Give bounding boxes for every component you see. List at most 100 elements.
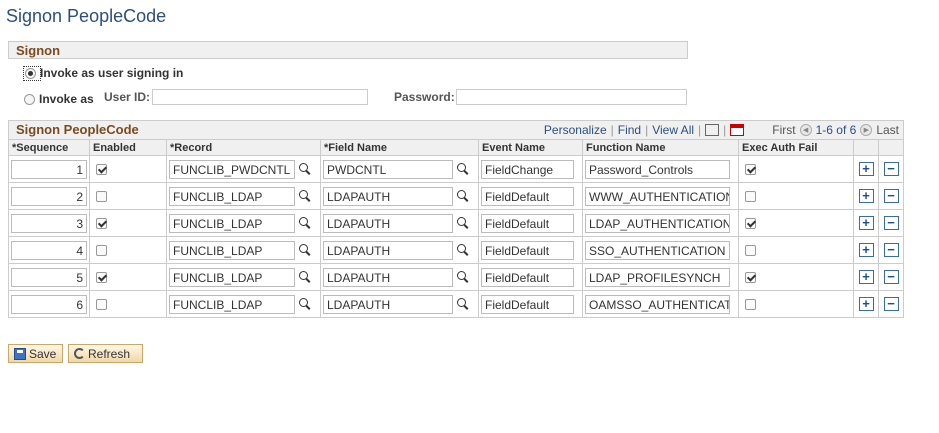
sequence-input[interactable]: 4 [11, 240, 87, 260]
event-name-input[interactable]: FieldDefault [481, 186, 574, 206]
enabled-cell [89, 155, 167, 183]
plus-icon[interactable]: + [858, 243, 874, 257]
enabled-checkbox[interactable] [96, 272, 107, 284]
sequence-input[interactable]: 2 [11, 186, 87, 206]
find-link[interactable]: Find [618, 123, 641, 137]
event-name-input[interactable]: FieldDefault [481, 294, 574, 314]
function-cell: LDAP_AUTHENTICATION [582, 209, 739, 237]
download-excel-icon[interactable] [730, 124, 745, 136]
record-input[interactable]: FUNCLIB_LDAP [169, 267, 295, 287]
magnifier-icon[interactable] [456, 189, 470, 203]
magnifier-icon[interactable] [456, 243, 470, 257]
magnifier-icon[interactable] [298, 216, 312, 230]
enabled-checkbox[interactable] [96, 218, 107, 230]
exec-auth-fail-checkbox[interactable] [745, 164, 756, 176]
event-name-input[interactable]: FieldChange [481, 159, 574, 179]
first-label[interactable]: First [772, 123, 795, 137]
field-name-input[interactable]: LDAPAUTH [323, 213, 453, 233]
exec-auth-fail-cell [738, 209, 854, 237]
add-cell: + [853, 263, 879, 291]
exec-auth-fail-checkbox[interactable] [745, 218, 756, 230]
event-cell: FieldDefault [478, 263, 583, 291]
minus-icon[interactable]: − [883, 216, 899, 230]
event-name-input[interactable]: FieldDefault [481, 240, 574, 260]
col-delete [878, 140, 903, 156]
enabled-checkbox[interactable] [96, 191, 107, 203]
sequence-input[interactable]: 1 [11, 159, 87, 179]
magnifier-icon[interactable] [298, 270, 312, 284]
personalize-link[interactable]: Personalize [544, 123, 607, 137]
minus-icon[interactable]: − [883, 162, 899, 176]
magnifier-icon[interactable] [298, 162, 312, 176]
add-cell: + [853, 236, 879, 264]
record-input[interactable]: FUNCLIB_LDAP [169, 240, 295, 260]
sequence-cell: 4 [9, 236, 90, 264]
col-function-name: Function Name [582, 140, 739, 156]
function-cell: WWW_AUTHENTICATION [582, 182, 739, 210]
table-header-row: *Sequence Enabled *Record *Field Name Ev… [9, 140, 903, 156]
magnifier-icon[interactable] [456, 270, 470, 284]
exec-auth-fail-checkbox[interactable] [745, 272, 756, 284]
enabled-checkbox[interactable] [96, 164, 107, 176]
record-input[interactable]: FUNCLIB_LDAP [169, 186, 295, 206]
minus-icon[interactable]: − [883, 297, 899, 311]
minus-icon[interactable]: − [883, 243, 899, 257]
password-input[interactable] [456, 89, 687, 105]
record-input[interactable]: FUNCLIB_LDAP [169, 294, 295, 314]
field-cell: LDAPAUTH [320, 236, 479, 264]
invoke-as-user-option[interactable]: Invoke as user signing in [23, 65, 183, 81]
plus-icon[interactable]: + [858, 270, 874, 284]
plus-icon[interactable]: + [858, 297, 874, 311]
sequence-input[interactable]: 5 [11, 267, 87, 287]
magnifier-icon[interactable] [456, 297, 470, 311]
chevron-left-icon[interactable]: ◀ [799, 124, 812, 136]
record-cell: FUNCLIB_LDAP [166, 236, 321, 264]
radio-unselected-icon[interactable] [24, 93, 35, 105]
field-name-input[interactable]: PWDCNTL [323, 159, 453, 179]
exec-auth-fail-checkbox[interactable] [745, 191, 756, 203]
event-name-input[interactable]: FieldDefault [481, 267, 574, 287]
minus-icon[interactable]: − [883, 270, 899, 284]
chevron-right-icon[interactable]: ▶ [860, 124, 873, 136]
magnifier-icon[interactable] [298, 189, 312, 203]
table-row: 3 FUNCLIB_LDAP LDAPAUTH FieldDefault LDAP_AU… [9, 209, 903, 237]
sequence-input[interactable]: 3 [11, 213, 87, 233]
function-name-input[interactable]: WWW_AUTHENTICATION [585, 186, 730, 206]
magnifier-icon[interactable] [298, 243, 312, 257]
enabled-checkbox[interactable] [96, 245, 107, 257]
field-name-input[interactable]: LDAPAUTH [323, 294, 453, 314]
delete-cell: − [878, 263, 903, 291]
record-input[interactable]: FUNCLIB_PWDCNTL [169, 159, 295, 179]
magnifier-icon[interactable] [456, 216, 470, 230]
plus-icon[interactable]: + [858, 216, 874, 230]
field-name-input[interactable]: LDAPAUTH [323, 267, 453, 287]
function-name-input[interactable]: SSO_AUTHENTICATION [585, 240, 730, 260]
user-id-input[interactable] [152, 89, 368, 105]
zoom-grid-icon[interactable] [705, 124, 720, 136]
field-name-input[interactable]: LDAPAUTH [323, 186, 453, 206]
enabled-checkbox[interactable] [96, 299, 107, 311]
function-name-input[interactable]: OAMSSO_AUTHENTICATIC [585, 294, 730, 314]
function-name-input[interactable]: LDAP_AUTHENTICATION [585, 213, 730, 233]
view-all-link[interactable]: View All [652, 123, 694, 137]
exec-auth-fail-checkbox[interactable] [745, 245, 756, 257]
plus-icon[interactable]: + [858, 162, 874, 176]
radio-selected-icon[interactable] [25, 67, 36, 79]
field-name-input[interactable]: LDAPAUTH [323, 240, 453, 260]
sequence-input[interactable]: 6 [11, 294, 87, 314]
event-name-input[interactable]: FieldDefault [481, 213, 574, 233]
invoke-as-option[interactable]: Invoke as [24, 92, 94, 106]
exec-auth-fail-checkbox[interactable] [745, 299, 756, 311]
plus-icon[interactable]: + [858, 189, 874, 203]
magnifier-icon[interactable] [298, 297, 312, 311]
magnifier-icon[interactable] [456, 162, 470, 176]
function-name-input[interactable]: Password_Controls [585, 159, 730, 179]
minus-icon[interactable]: − [883, 189, 899, 203]
delete-cell: − [878, 236, 903, 264]
refresh-button[interactable]: Refresh [68, 344, 143, 363]
last-label[interactable]: Last [876, 123, 899, 137]
function-name-input[interactable]: LDAP_PROFILESYNCH [585, 267, 730, 287]
save-button[interactable]: Save [8, 344, 63, 363]
record-cell: FUNCLIB_LDAP [166, 182, 321, 210]
record-input[interactable]: FUNCLIB_LDAP [169, 213, 295, 233]
